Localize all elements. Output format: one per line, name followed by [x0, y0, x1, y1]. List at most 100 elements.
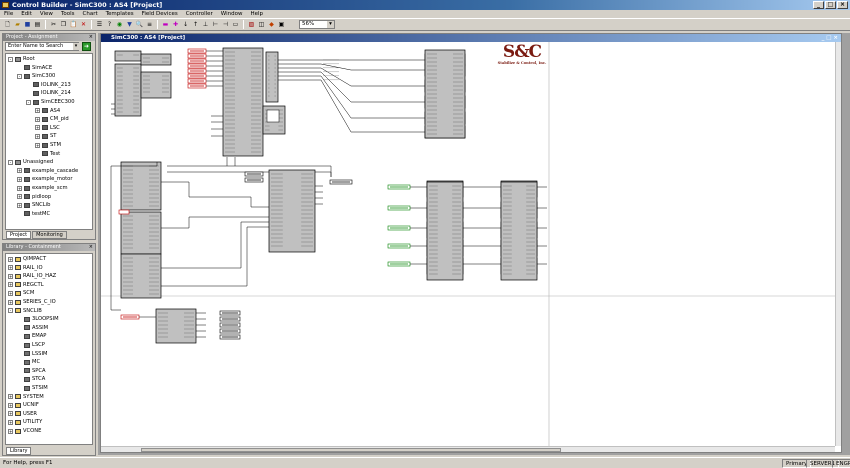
project-tree[interactable]: - Root SimACE - SimC300 IOLINK_213 IOLINK_214-…: [5, 53, 93, 230]
help-icon[interactable]: ?: [105, 20, 114, 29]
tab-library[interactable]: Library: [6, 447, 32, 455]
expand-icon[interactable]: +: [17, 176, 22, 182]
menu-file[interactable]: File: [4, 10, 13, 18]
maximize-button[interactable]: □: [825, 1, 836, 9]
expand-icon[interactable]: +: [8, 256, 13, 262]
tree-node[interactable]: + example_cascade: [17, 167, 78, 175]
tree-node[interactable]: LSCP: [17, 341, 45, 349]
tree-node[interactable]: IOLINK_213: [26, 81, 71, 89]
print-icon[interactable]: ▤: [33, 20, 42, 29]
load-icon[interactable]: ▼: [125, 20, 134, 29]
open-icon[interactable]: ▰: [13, 20, 22, 29]
cee-icon[interactable]: ◆: [267, 20, 276, 29]
expand-icon[interactable]: +: [17, 202, 22, 208]
tree-node[interactable]: + SERIES_C_IO: [8, 298, 56, 306]
tree-node[interactable]: ASSIM: [17, 324, 48, 332]
page-icon[interactable]: ▭: [231, 20, 240, 29]
tree-node[interactable]: + SCM: [8, 289, 34, 297]
compare-icon[interactable]: ≡: [145, 20, 154, 29]
tree-node[interactable]: + USER: [8, 410, 37, 418]
search-icon[interactable]: 🔍: [135, 20, 144, 29]
tab-monitoring[interactable]: Monitoring: [32, 231, 67, 239]
arrow-up-icon[interactable]: ↑: [191, 20, 200, 29]
tree-node[interactable]: + UTILITY: [8, 418, 42, 426]
collapse-icon[interactable]: -: [8, 308, 13, 314]
expand-icon[interactable]: +: [35, 133, 40, 139]
expand-icon[interactable]: +: [35, 142, 40, 148]
chart-diagram[interactable]: [101, 42, 841, 446]
parameter-icon[interactable]: ⊣: [221, 20, 230, 29]
tree-node[interactable]: IOLINK_214: [26, 89, 71, 97]
tree-node[interactable]: 3LOOPSIM: [17, 315, 59, 323]
tree-node[interactable]: + LSC: [35, 124, 60, 132]
menu-tools[interactable]: Tools: [61, 10, 75, 18]
tree-node[interactable]: - SNCLIB: [8, 307, 42, 315]
paste-icon[interactable]: 📋: [69, 20, 78, 29]
add-pin-icon[interactable]: ✚: [171, 20, 180, 29]
expand-icon[interactable]: +: [8, 299, 13, 305]
tree-node[interactable]: + REGCTL: [8, 281, 44, 289]
tree-node[interactable]: + AS4: [35, 107, 60, 115]
menu-edit[interactable]: Edit: [21, 10, 32, 18]
expand-icon[interactable]: +: [17, 194, 22, 200]
arrow-down-icon[interactable]: ↓: [181, 20, 190, 29]
collapse-icon[interactable]: -: [8, 56, 13, 62]
chart-icon[interactable]: ▨: [247, 20, 256, 29]
menu-field-devices[interactable]: Field Devices: [142, 10, 178, 18]
tree-node[interactable]: LSSIM: [17, 350, 47, 358]
scrollbar-thumb[interactable]: [141, 448, 561, 452]
tree-node[interactable]: + VCONE: [8, 427, 41, 435]
tree-node[interactable]: STCA: [17, 375, 45, 383]
copy-icon[interactable]: ❐: [59, 20, 68, 29]
menu-controller[interactable]: Controller: [186, 10, 213, 18]
monitor-icon[interactable]: ◉: [115, 20, 124, 29]
collapse-icon[interactable]: -: [26, 99, 31, 105]
close-button[interactable]: ×: [837, 1, 848, 9]
tree-node[interactable]: + STM: [35, 141, 61, 149]
close-icon[interactable]: ×: [89, 244, 93, 251]
menu-templates[interactable]: Templates: [106, 10, 134, 18]
tree-node[interactable]: + UCNIF: [8, 401, 39, 409]
connect-icon[interactable]: ⊥: [201, 20, 210, 29]
search-go-button[interactable]: ➜: [82, 42, 91, 51]
tree-node[interactable]: + RAIL_IO: [8, 264, 43, 272]
expand-icon[interactable]: +: [8, 394, 13, 400]
tree-node[interactable]: STSIM: [17, 384, 48, 392]
horizontal-scrollbar[interactable]: [101, 446, 835, 452]
zoom-select[interactable]: 56%: [299, 20, 335, 29]
control-chart-canvas[interactable]: S&C Stabilize & Control, Inc.: [101, 42, 841, 446]
save-icon[interactable]: ■: [23, 20, 32, 29]
tree-node[interactable]: EMAP: [17, 332, 46, 340]
tree-node[interactable]: testMC: [17, 210, 50, 218]
library-tree[interactable]: + QIMPACT + RAIL_IO + RAIL_IO_HAZ + REGCTL + SCM +…: [5, 253, 93, 445]
expand-icon[interactable]: +: [8, 282, 13, 288]
cut-icon[interactable]: ✂: [49, 20, 58, 29]
search-dropdown-icon[interactable]: ▾: [73, 43, 79, 50]
menu-help[interactable]: Help: [250, 10, 263, 18]
chart-window-buttons[interactable]: _ □ ×: [822, 34, 838, 42]
tree-node[interactable]: + example_scm: [17, 184, 68, 192]
expand-icon[interactable]: +: [8, 265, 13, 271]
controller-icon[interactable]: ▣: [277, 20, 286, 29]
expand-icon[interactable]: +: [8, 419, 13, 425]
collapse-icon[interactable]: -: [17, 73, 22, 79]
expand-icon[interactable]: +: [17, 185, 22, 191]
menu-chart[interactable]: Chart: [83, 10, 98, 18]
expand-icon[interactable]: +: [35, 125, 40, 131]
tree-node[interactable]: + SYSTEM: [8, 393, 44, 401]
menu-view[interactable]: View: [40, 10, 53, 18]
expand-icon[interactable]: +: [35, 108, 40, 114]
delete-icon[interactable]: ✕: [79, 20, 88, 29]
tree-node[interactable]: Test: [35, 150, 60, 158]
properties-icon[interactable]: ☰: [95, 20, 104, 29]
tree-node[interactable]: - SimC300: [17, 72, 55, 80]
close-icon[interactable]: ×: [89, 34, 93, 41]
collapse-icon[interactable]: -: [8, 159, 13, 165]
tree-node[interactable]: - SimCEEC300: [26, 98, 75, 106]
tree-node[interactable]: + ST: [35, 132, 56, 140]
expand-icon[interactable]: +: [8, 411, 13, 417]
tree-node[interactable]: + RAIL_IO_HAZ: [8, 272, 56, 280]
expand-icon[interactable]: +: [8, 428, 13, 434]
tree-node[interactable]: - Unassigned: [8, 158, 53, 166]
expand-icon[interactable]: +: [17, 168, 22, 174]
